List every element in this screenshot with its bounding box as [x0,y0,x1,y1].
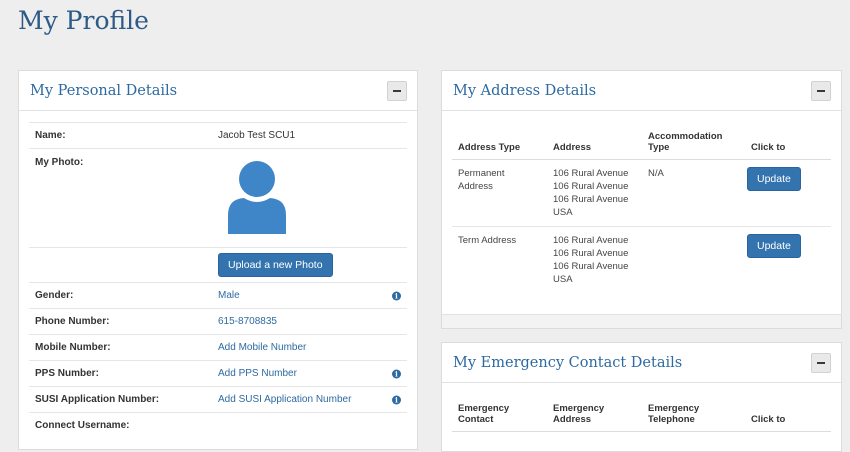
address-type-cell: Permanent Address [452,159,547,227]
click-to-header: Click to [737,131,831,160]
connect-row: Connect Username: [29,412,407,438]
add-pps-link[interactable]: Add PPS Number [218,368,407,379]
accommodation-cell [642,227,737,294]
minus-icon [817,361,825,364]
mobile-row: Mobile Number: Add Mobile Number [29,334,407,360]
emergency-contact-title: My Emergency Contact Details [453,354,683,371]
address-cell: 106 Rural Avenue 106 Rural Avenue 106 Ru… [553,235,629,285]
connect-label: Connect Username: [35,420,130,431]
emergency-contact-header-cell: Emergency Contact [452,403,547,432]
photo-row: My Photo: [29,148,407,247]
update-permanent-address-button[interactable]: Update [747,167,801,191]
address-details-panel: My Address Details Address Type Address … [441,70,842,329]
susi-row: SUSI Application Number: Add SUSI Applic… [29,386,407,412]
minus-icon [817,89,825,92]
gender-value[interactable]: Male [218,290,407,301]
emergency-contact-panel: My Emergency Contact Details Emergency C… [441,342,842,452]
upload-row: Upload a new Photo [29,247,407,282]
pps-label: PPS Number: [35,368,99,379]
address-cell: 106 Rural Avenue 106 Rural Avenue 106 Ru… [547,159,642,227]
gender-row: Gender: Male i [29,282,407,308]
phone-label: Phone Number: [35,316,110,327]
gender-label: Gender: [35,290,74,301]
personal-details-header: My Personal Details [19,71,417,111]
address-details-collapse-button[interactable] [811,80,831,101]
address-header: Address [547,131,642,160]
table-row: Term Address 106 Rural Avenue 106 Rural … [452,227,831,294]
add-susi-link[interactable]: Add SUSI Application Number [218,394,407,405]
emergency-telephone-header-cell: Emergency Telephone [642,403,737,432]
add-mobile-link[interactable]: Add Mobile Number [218,342,407,353]
name-label: Name: [35,130,66,141]
click-to-header: Click to [737,403,831,432]
address-panel-footer [442,314,841,328]
phone-value[interactable]: 615-8708835 [218,316,407,327]
pps-row: PPS Number: Add PPS Number i [29,360,407,386]
emergency-contact-table: Emergency Contact Emergency Address Emer… [452,403,831,432]
info-icon[interactable]: i [392,291,401,300]
accommodation-cell: N/A [642,159,737,227]
address-details-header: My Address Details [442,71,841,111]
minus-icon [393,89,401,92]
info-icon[interactable]: i [392,395,401,404]
page-title: My Profile [18,6,149,35]
address-type-header: Address Type [452,131,547,160]
address-table: Address Type Address Accommodation Type … [452,131,831,293]
emergency-address-header-cell: Emergency Address [547,403,642,432]
personal-details-collapse-button[interactable] [387,80,407,101]
personal-details-title: My Personal Details [30,82,178,99]
photo-label: My Photo: [35,157,84,168]
update-term-address-button[interactable]: Update [747,234,801,258]
user-avatar-icon [228,161,286,234]
accommodation-type-header: Accommodation Type [642,131,737,160]
name-value: Jacob Test SCU1 [218,130,296,141]
address-details-title: My Address Details [453,82,597,99]
emergency-contact-collapse-button[interactable] [811,352,831,373]
info-icon[interactable]: i [392,369,401,378]
personal-details-panel: My Personal Details Name: Jacob Test SCU… [18,70,418,450]
susi-label: SUSI Application Number: [35,394,160,405]
upload-photo-button[interactable]: Upload a new Photo [218,253,333,277]
table-row: Permanent Address 106 Rural Avenue 106 R… [452,159,831,227]
address-type-cell: Term Address [458,235,517,246]
name-row: Name: Jacob Test SCU1 [29,122,407,148]
phone-row: Phone Number: 615-8708835 [29,308,407,334]
mobile-label: Mobile Number: [35,342,111,353]
emergency-contact-header: My Emergency Contact Details [442,343,841,383]
